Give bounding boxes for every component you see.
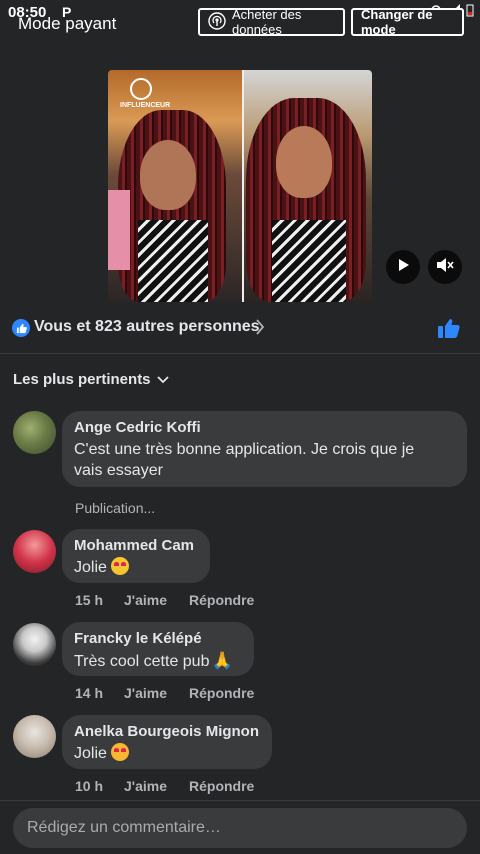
play-icon [396,258,410,277]
like-link[interactable]: J'aime [124,592,189,608]
like-link[interactable]: J'aime [124,778,189,794]
influenceur-logo: INFLUENCEUR [120,78,170,109]
comment-author[interactable]: Mohammed Cam [74,537,198,554]
comment-author[interactable]: Francky le Kélépé [74,630,242,647]
comment-bubble[interactable]: Ange Cedric Koffi C'est une très bonne a… [62,411,467,487]
comment-bubble[interactable]: Anelka Bourgeois Mignon Jolie [62,715,272,769]
mute-icon [436,257,454,278]
folded-hands-emoji-icon: 🙏 [211,651,233,670]
comment-bubble[interactable]: Francky le Kélépé Très cool cette pub 🙏 [62,622,254,676]
video-frame-right [244,70,372,302]
reply-link[interactable]: Répondre [189,778,254,794]
buy-data-button[interactable]: Acheter des données [198,7,345,37]
comment-text: Très cool cette pub 🙏 [74,651,233,670]
comment-input[interactable]: Rédigez un commentaire… [13,808,467,848]
avatar[interactable] [13,411,56,454]
comment-author[interactable]: Anelka Bourgeois Mignon [74,723,260,740]
broadcast-icon [208,11,226,33]
heart-eyes-emoji-icon [110,557,129,575]
video-player[interactable]: INFLUENCEUR [108,70,372,302]
avatar[interactable] [13,715,56,758]
comment-author[interactable]: Ange Cedric Koffi [74,419,455,436]
comment-sort-dropdown[interactable]: Les plus pertinents [13,371,169,388]
comment-actions: 15 h J'aime Répondre [75,592,254,608]
battery-icon [466,4,474,20]
play-button[interactable] [386,250,420,284]
reactions-row[interactable]: Vous et 823 autres personnes [0,302,480,354]
reactions-summary: Vous et 823 autres personnes [34,318,260,335]
sort-label: Les plus pertinents [13,371,151,388]
like-link[interactable]: J'aime [124,685,189,701]
comment-text: Jolie [74,743,260,764]
like-reaction-icon [12,319,30,337]
comment-text: C'est une très bonne application. Je cro… [74,441,415,479]
comment-time: 15 h [75,592,104,608]
reply-link[interactable]: Répondre [189,592,254,608]
comment-bubble[interactable]: Mohammed Cam Jolie [62,529,210,583]
avatar[interactable] [13,623,56,666]
buy-data-label: Acheter des données [232,7,302,37]
publication-label: Publication... [75,500,156,516]
chevron-down-icon [156,371,169,388]
chevron-right-icon [255,318,265,341]
comment-placeholder: Rédigez un commentaire… [27,819,221,836]
mode-title: Mode payant [18,14,117,33]
comment-time: 14 h [75,685,104,701]
smiling-hearts-emoji-icon [110,743,129,761]
change-mode-button[interactable]: Changer de mode [351,7,464,37]
change-mode-label: Changer de mode [361,7,433,37]
comment-time: 10 h [75,778,104,794]
comment-actions: 14 h J'aime Répondre [75,685,254,701]
mute-button[interactable] [428,250,462,284]
reply-link[interactable]: Répondre [189,685,254,701]
comment-text: Jolie [74,557,198,578]
avatar[interactable] [13,530,56,573]
comment-actions: 10 h J'aime Répondre [75,778,254,794]
like-button-icon[interactable] [437,317,461,344]
